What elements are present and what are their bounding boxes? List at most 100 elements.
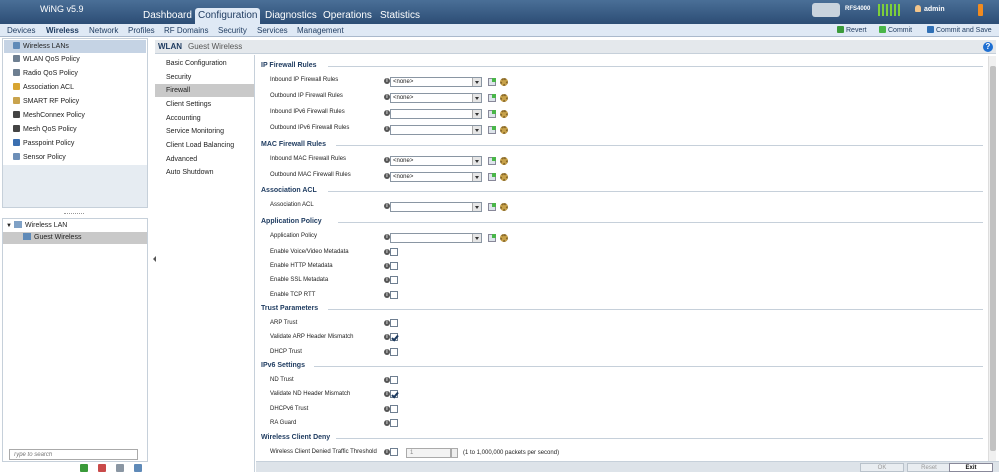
inbound-mac-select[interactable]: <none> <box>390 156 482 166</box>
reset-button[interactable]: Reset <box>907 463 951 472</box>
dhcp-trust-checkbox[interactable] <box>390 348 398 356</box>
tree-item-guest-wireless[interactable]: Guest Wireless <box>3 232 147 244</box>
create-icon[interactable] <box>488 126 496 134</box>
tab-configuration[interactable]: Configuration <box>195 8 261 24</box>
outbound-ip-select[interactable]: <none> <box>390 93 482 103</box>
expand-icon[interactable]: ▼ <box>6 223 12 229</box>
gear-icon[interactable] <box>500 94 508 102</box>
inbound-ipv6-label: Inbound IPv6 Firewall Rules <box>270 109 345 115</box>
outbound-ipv6-select[interactable] <box>390 125 482 135</box>
create-icon[interactable] <box>488 173 496 181</box>
exit-button[interactable]: Exit <box>949 463 993 472</box>
association-acl-select[interactable] <box>390 202 482 212</box>
subtab-devices[interactable]: Devices <box>7 26 35 35</box>
subtab-profiles[interactable]: Profiles <box>128 26 155 35</box>
tcp-rtt-checkbox[interactable] <box>390 291 398 299</box>
sidebar-item-association-acl[interactable]: Association ACL <box>4 81 146 94</box>
tab-operations[interactable]: Operations <box>320 8 375 24</box>
sidebar-item-radio-qos[interactable]: Radio QoS Policy <box>4 67 146 80</box>
sidebar-item-label: Radio QoS Policy <box>23 70 78 77</box>
subtab-network[interactable]: Network <box>89 26 118 35</box>
gear-icon[interactable] <box>500 126 508 134</box>
scrollbar-thumb[interactable] <box>990 66 996 451</box>
nav-service-monitoring[interactable]: Service Monitoring <box>155 125 254 138</box>
sidebar-item-mesh-qos[interactable]: Mesh QoS Policy <box>4 123 146 136</box>
tab-dashboard[interactable]: Dashboard <box>140 8 195 24</box>
subtab-wireless[interactable]: Wireless <box>46 26 79 35</box>
nav-client-settings[interactable]: Client Settings <box>155 98 254 111</box>
collapse-panel-icon[interactable] <box>150 254 156 264</box>
ssl-metadata-label: Enable SSL Metadata <box>270 277 329 283</box>
create-icon[interactable] <box>488 78 496 86</box>
gear-icon[interactable] <box>500 157 508 165</box>
deny-threshold-checkbox[interactable] <box>390 448 398 456</box>
revert-button[interactable]: Revert <box>837 26 867 34</box>
signal-icon <box>878 4 900 16</box>
sidebar-item-wlan-qos[interactable]: WLAN QoS Policy <box>4 53 146 66</box>
nav-accounting[interactable]: Accounting <box>155 112 254 125</box>
inbound-ip-select[interactable]: <none> <box>390 77 482 87</box>
nav-security[interactable]: Security <box>155 71 254 84</box>
help-icon[interactable]: ? <box>983 42 993 52</box>
nav-basic-configuration[interactable]: Basic Configuration <box>155 57 254 70</box>
create-icon[interactable] <box>488 157 496 165</box>
http-metadata-checkbox[interactable] <box>390 262 398 270</box>
gear-icon[interactable] <box>500 203 508 211</box>
tab-statistics[interactable]: Statistics <box>377 8 423 24</box>
logout-icon[interactable] <box>978 4 983 16</box>
nav-client-load-balancing[interactable]: Client Load Balancing <box>155 139 254 152</box>
outbound-mac-select[interactable]: <none> <box>390 172 482 182</box>
sidebar-item-label: Passpoint Policy <box>23 140 75 147</box>
nav-auto-shutdown[interactable]: Auto Shutdown <box>155 166 254 179</box>
sidebar-item-smart-rf[interactable]: SMART RF Policy <box>4 95 146 108</box>
rename-icon[interactable] <box>134 464 142 472</box>
ok-button[interactable]: OK <box>860 463 904 472</box>
content-scrollbar[interactable] <box>988 56 996 461</box>
create-icon[interactable] <box>488 94 496 102</box>
inbound-ipv6-select[interactable] <box>390 109 482 119</box>
section-ip-firewall: IP Firewall Rules <box>261 62 317 69</box>
gear-icon[interactable] <box>500 234 508 242</box>
section-mac-firewall: MAC Firewall Rules <box>261 141 326 148</box>
delete-icon[interactable] <box>98 464 106 472</box>
create-icon[interactable] <box>488 110 496 118</box>
ra-guard-checkbox[interactable] <box>390 419 398 427</box>
sidebar-item-meshconnex[interactable]: MeshConnex Policy <box>4 109 146 122</box>
sidebar-item-passpoint[interactable]: Passpoint Policy <box>4 137 146 150</box>
create-icon[interactable] <box>488 234 496 242</box>
sidebar-item-wireless-lans[interactable]: Wireless LANs <box>4 40 146 53</box>
ssl-metadata-checkbox[interactable] <box>390 276 398 284</box>
validate-arp-checkbox[interactable] <box>390 333 398 341</box>
search-input[interactable] <box>9 449 138 460</box>
gear-icon[interactable] <box>500 173 508 181</box>
dhcpv6-trust-checkbox[interactable] <box>390 405 398 413</box>
gear-icon[interactable] <box>500 78 508 86</box>
user-menu[interactable]: admin <box>915 5 945 13</box>
arp-trust-checkbox[interactable] <box>390 319 398 327</box>
commit-save-button[interactable]: Commit and Save <box>927 26 992 34</box>
subtab-services[interactable]: Services <box>257 26 288 35</box>
application-policy-select[interactable] <box>390 233 482 243</box>
validate-nd-checkbox[interactable] <box>390 390 398 398</box>
voice-video-checkbox[interactable] <box>390 248 398 256</box>
tree-root[interactable]: ▼ Wireless LAN <box>3 220 147 232</box>
subtab-rf-domains[interactable]: RF Domains <box>164 26 208 35</box>
create-icon[interactable] <box>488 203 496 211</box>
subtab-security[interactable]: Security <box>218 26 247 35</box>
commit-button[interactable]: Commit <box>879 26 912 34</box>
breadcrumb: WLAN Guest Wireless <box>155 40 996 54</box>
pane-splitter[interactable] <box>64 213 84 215</box>
form-footer: OK Reset Exit <box>256 461 999 472</box>
tab-diagnostics[interactable]: Diagnostics <box>262 8 320 24</box>
subtab-management[interactable]: Management <box>297 26 344 35</box>
deny-threshold-input[interactable]: 1 <box>406 448 451 458</box>
add-icon[interactable] <box>80 464 88 472</box>
gear-icon[interactable] <box>500 110 508 118</box>
nav-advanced[interactable]: Advanced <box>155 153 254 166</box>
spinner-icon[interactable] <box>451 448 458 458</box>
sidebar-item-sensor[interactable]: Sensor Policy <box>4 151 146 164</box>
nd-trust-checkbox[interactable] <box>390 376 398 384</box>
copy-icon[interactable] <box>116 464 124 472</box>
nav-firewall[interactable]: Firewall <box>155 84 254 97</box>
radio-icon <box>13 69 20 76</box>
